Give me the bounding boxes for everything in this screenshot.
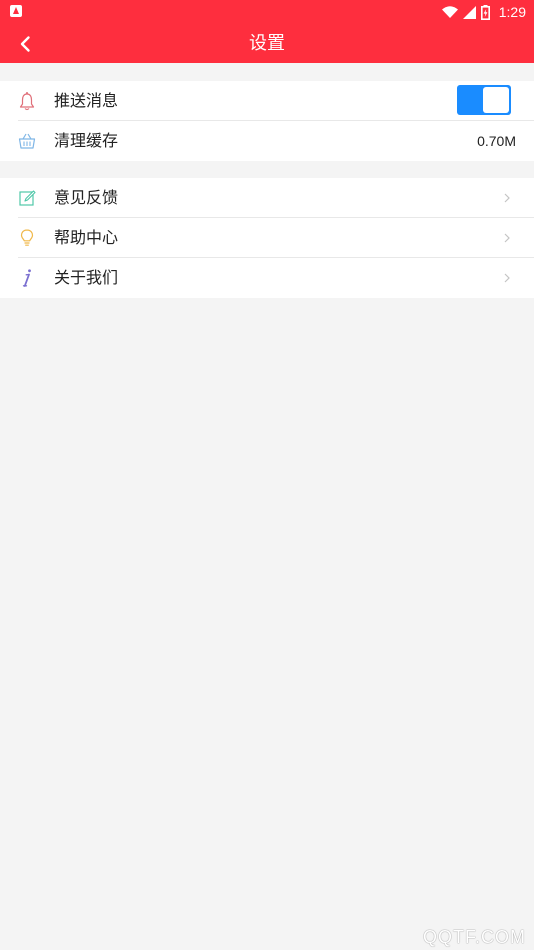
chevron-right-icon	[504, 273, 510, 283]
setting-row-push-notifications: 推送消息	[0, 81, 534, 121]
app-bar: 设置	[0, 24, 534, 63]
settings-group-2: 意见反馈 帮助中心 关于我们	[0, 178, 534, 298]
setting-label-push-notifications: 推送消息	[54, 91, 119, 110]
wifi-icon	[441, 6, 458, 18]
status-bar: 1:29	[0, 0, 534, 24]
toggle-knob	[483, 87, 509, 113]
cache-size-value: 0.70M	[477, 133, 516, 149]
bell-icon	[19, 92, 35, 111]
setting-row-about-us[interactable]: 关于我们	[0, 258, 534, 298]
cellular-signal-icon	[462, 5, 476, 19]
info-icon	[22, 269, 31, 287]
setting-label-clear-cache: 清理缓存	[54, 131, 119, 150]
setting-label-help-center: 帮助中心	[54, 228, 119, 247]
app-notification-icon	[10, 5, 22, 17]
setting-row-help-center[interactable]: 帮助中心	[0, 218, 534, 258]
settings-screen: 1:29 设置 推送消息 清理缓存 0.70M 意见反馈 帮助中心 关于我们 Q…	[0, 0, 534, 950]
chevron-right-icon	[504, 233, 510, 243]
setting-label-about-us: 关于我们	[54, 268, 119, 287]
push-notifications-toggle[interactable]	[457, 85, 511, 115]
edit-icon	[19, 190, 36, 206]
status-time: 1:29	[498, 4, 526, 20]
setting-row-clear-cache[interactable]: 清理缓存 0.70M	[0, 121, 534, 161]
watermark-text: QQTF.COM	[423, 927, 526, 947]
lightbulb-icon	[20, 229, 34, 246]
basket-icon	[18, 133, 36, 149]
battery-charging-icon	[480, 4, 490, 20]
chevron-right-icon	[504, 193, 510, 203]
status-icons: 1:29	[441, 0, 526, 24]
page-title: 设置	[249, 33, 285, 54]
setting-label-feedback: 意见反馈	[54, 188, 119, 207]
settings-group-1: 推送消息 清理缓存 0.70M	[0, 81, 534, 161]
setting-row-feedback[interactable]: 意见反馈	[0, 178, 534, 218]
